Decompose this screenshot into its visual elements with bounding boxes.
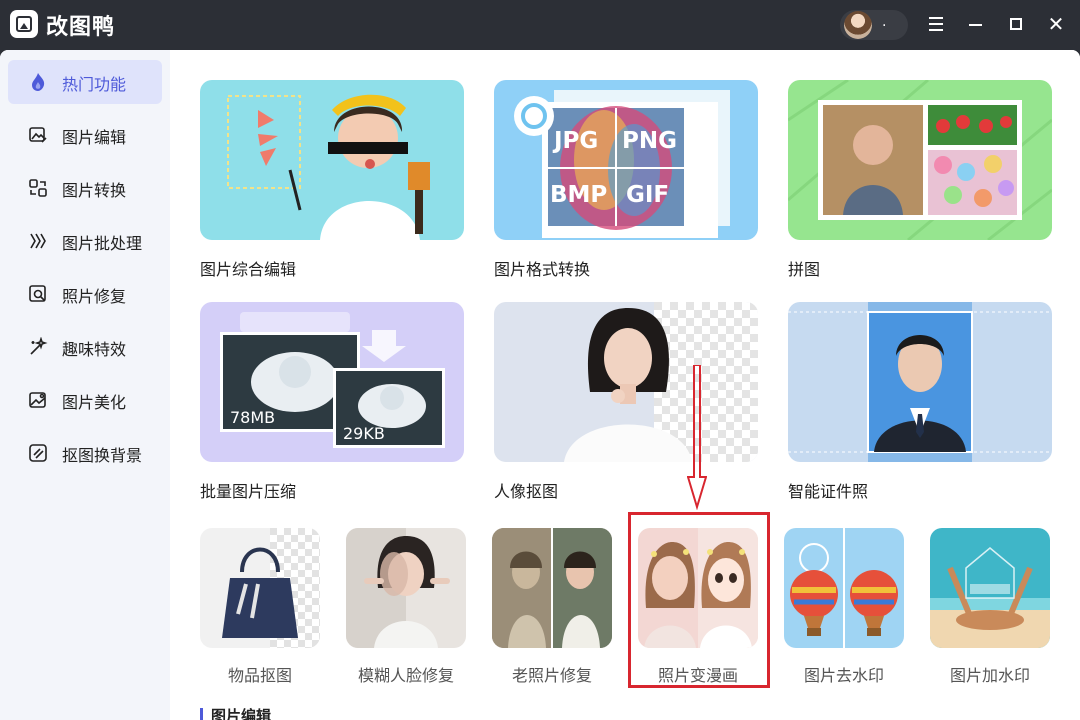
feature-card-image-edit[interactable]: 图片综合编辑 <box>200 80 464 280</box>
title-bar: 改图鸭 . ✕ <box>0 0 1080 50</box>
format-tag: GIF <box>626 182 670 208</box>
batch-icon <box>30 233 46 249</box>
feature-label: 图片加水印 <box>949 666 1030 685</box>
old-photo-restore-thumbnail <box>492 528 612 648</box>
section-title: 图片编辑 <box>200 708 271 720</box>
feature-label: 批量图片压缩 <box>200 482 297 501</box>
size-before-badge: 78MB <box>230 408 276 427</box>
feature-card-collage[interactable]: 拼图 <box>788 80 1052 280</box>
feature-label: 人像抠图 <box>494 482 559 501</box>
sidebar-item-label: 图片编辑 <box>62 128 127 147</box>
avatar <box>844 11 872 39</box>
sidebar-item-label: 抠图换背景 <box>62 446 143 465</box>
format-convert-thumbnail: JPG PNG BMP GIF <box>494 80 758 240</box>
cutout-icon <box>29 444 47 462</box>
sidebar-item-label: 热门功能 <box>62 75 127 94</box>
feature-label: 老照片修复 <box>511 666 592 685</box>
sidebar-item-photo-repair[interactable]: 照片修复 <box>8 272 162 316</box>
image-edit-icon <box>29 127 47 143</box>
feature-card-old-photo-restore[interactable]: 老照片修复 <box>492 528 612 688</box>
highlight-arrow-icon <box>687 365 707 510</box>
sidebar-item-beautify[interactable]: 图片美化 <box>8 378 162 422</box>
maximize-icon[interactable] <box>1004 12 1028 36</box>
collage-thumbnail <box>788 80 1052 240</box>
sidebar: 热门功能 图片编辑 图片转换 图片批处理 照片修复 趣味特效 图片美化 抠图换背… <box>0 50 170 720</box>
app-logo-icon <box>10 10 38 38</box>
image-edit-thumbnail <box>200 80 464 240</box>
feature-label: 图片综合编辑 <box>200 260 297 279</box>
sidebar-item-label: 图片批处理 <box>62 234 143 253</box>
menu-icon[interactable] <box>924 12 948 36</box>
format-tag: JPG <box>554 128 599 154</box>
close-icon[interactable]: ✕ <box>1044 12 1068 36</box>
sidebar-item-hot[interactable]: 热门功能 <box>8 60 162 104</box>
flame-icon <box>32 73 45 91</box>
feature-label: 模糊人脸修复 <box>357 666 454 685</box>
user-name: . <box>882 14 887 30</box>
format-tag: BMP <box>550 182 608 208</box>
batch-compress-thumbnail: 78MB 29KB <box>200 302 464 462</box>
convert-icon <box>29 179 47 197</box>
beautify-icon <box>29 392 46 408</box>
add-watermark-thumbnail <box>930 528 1050 648</box>
user-account-button[interactable]: . <box>840 10 908 40</box>
object-cutout-thumbnail <box>200 528 320 648</box>
feature-label: 拼图 <box>788 260 821 279</box>
id-photo-thumbnail <box>788 302 1052 462</box>
feature-card-object-cutout[interactable]: 物品抠图 <box>200 528 320 688</box>
minimize-icon[interactable] <box>964 12 988 36</box>
feature-card-format-convert[interactable]: JPG PNG BMP GIF 图片格式转换 <box>494 80 758 280</box>
size-after-badge: 29KB <box>343 424 385 443</box>
remove-watermark-thumbnail <box>784 528 904 648</box>
feature-card-add-watermark[interactable]: 图片加水印 <box>930 528 1050 688</box>
feature-label: 智能证件照 <box>788 482 869 501</box>
feature-label: 物品抠图 <box>227 666 292 685</box>
sidebar-item-batch[interactable]: 图片批处理 <box>8 219 162 263</box>
feature-label: 图片去水印 <box>803 666 884 685</box>
highlight-box <box>628 512 770 688</box>
feature-card-remove-watermark[interactable]: 图片去水印 <box>784 528 904 688</box>
portrait-cutout-thumbnail <box>494 302 758 462</box>
sidebar-item-label: 趣味特效 <box>62 340 127 359</box>
sidebar-item-label: 图片美化 <box>62 393 127 412</box>
app-title: 改图鸭 <box>46 15 116 40</box>
main-window: 热门功能 图片编辑 图片转换 图片批处理 照片修复 趣味特效 图片美化 抠图换背… <box>0 50 1080 720</box>
sidebar-item-label: 图片转换 <box>62 181 127 200</box>
sidebar-item-convert[interactable]: 图片转换 <box>8 166 162 210</box>
feature-label: 图片格式转换 <box>494 260 591 279</box>
sidebar-item-label: 照片修复 <box>62 287 127 306</box>
sidebar-item-image-edit[interactable]: 图片编辑 <box>8 113 162 157</box>
photo-repair-icon <box>29 285 46 302</box>
feature-card-face-restore[interactable]: 模糊人脸修复 <box>346 528 466 688</box>
format-tag: PNG <box>622 128 677 154</box>
feature-card-id-photo[interactable]: 智能证件照 <box>788 302 1052 502</box>
feature-card-batch-compress[interactable]: 78MB 29KB 批量图片压缩 <box>200 302 464 502</box>
magic-icon <box>30 337 48 355</box>
feature-card-portrait-cutout[interactable]: 人像抠图 <box>494 302 758 502</box>
feature-grid: 图片综合编辑 JPG PNG BMP GIF 图片格式转换 拼图 78MB 29… <box>170 50 1080 720</box>
sidebar-item-cutout[interactable]: 抠图换背景 <box>8 431 162 475</box>
face-restore-thumbnail <box>346 528 466 648</box>
sidebar-item-fun-effects[interactable]: 趣味特效 <box>8 325 162 369</box>
